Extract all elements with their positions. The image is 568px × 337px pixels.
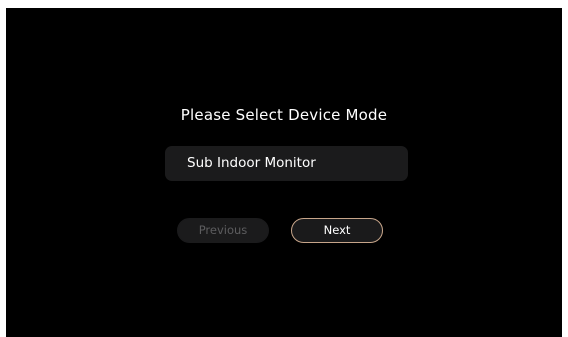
- previous-button[interactable]: Previous: [177, 218, 269, 243]
- next-button[interactable]: Next: [291, 218, 383, 243]
- device-screen: Please Select Device Mode Sub Indoor Mon…: [6, 8, 562, 337]
- device-mode-select[interactable]: Sub Indoor Monitor: [165, 146, 408, 181]
- device-mode-value: Sub Indoor Monitor: [187, 155, 316, 171]
- page-title: Please Select Device Mode: [180, 106, 388, 124]
